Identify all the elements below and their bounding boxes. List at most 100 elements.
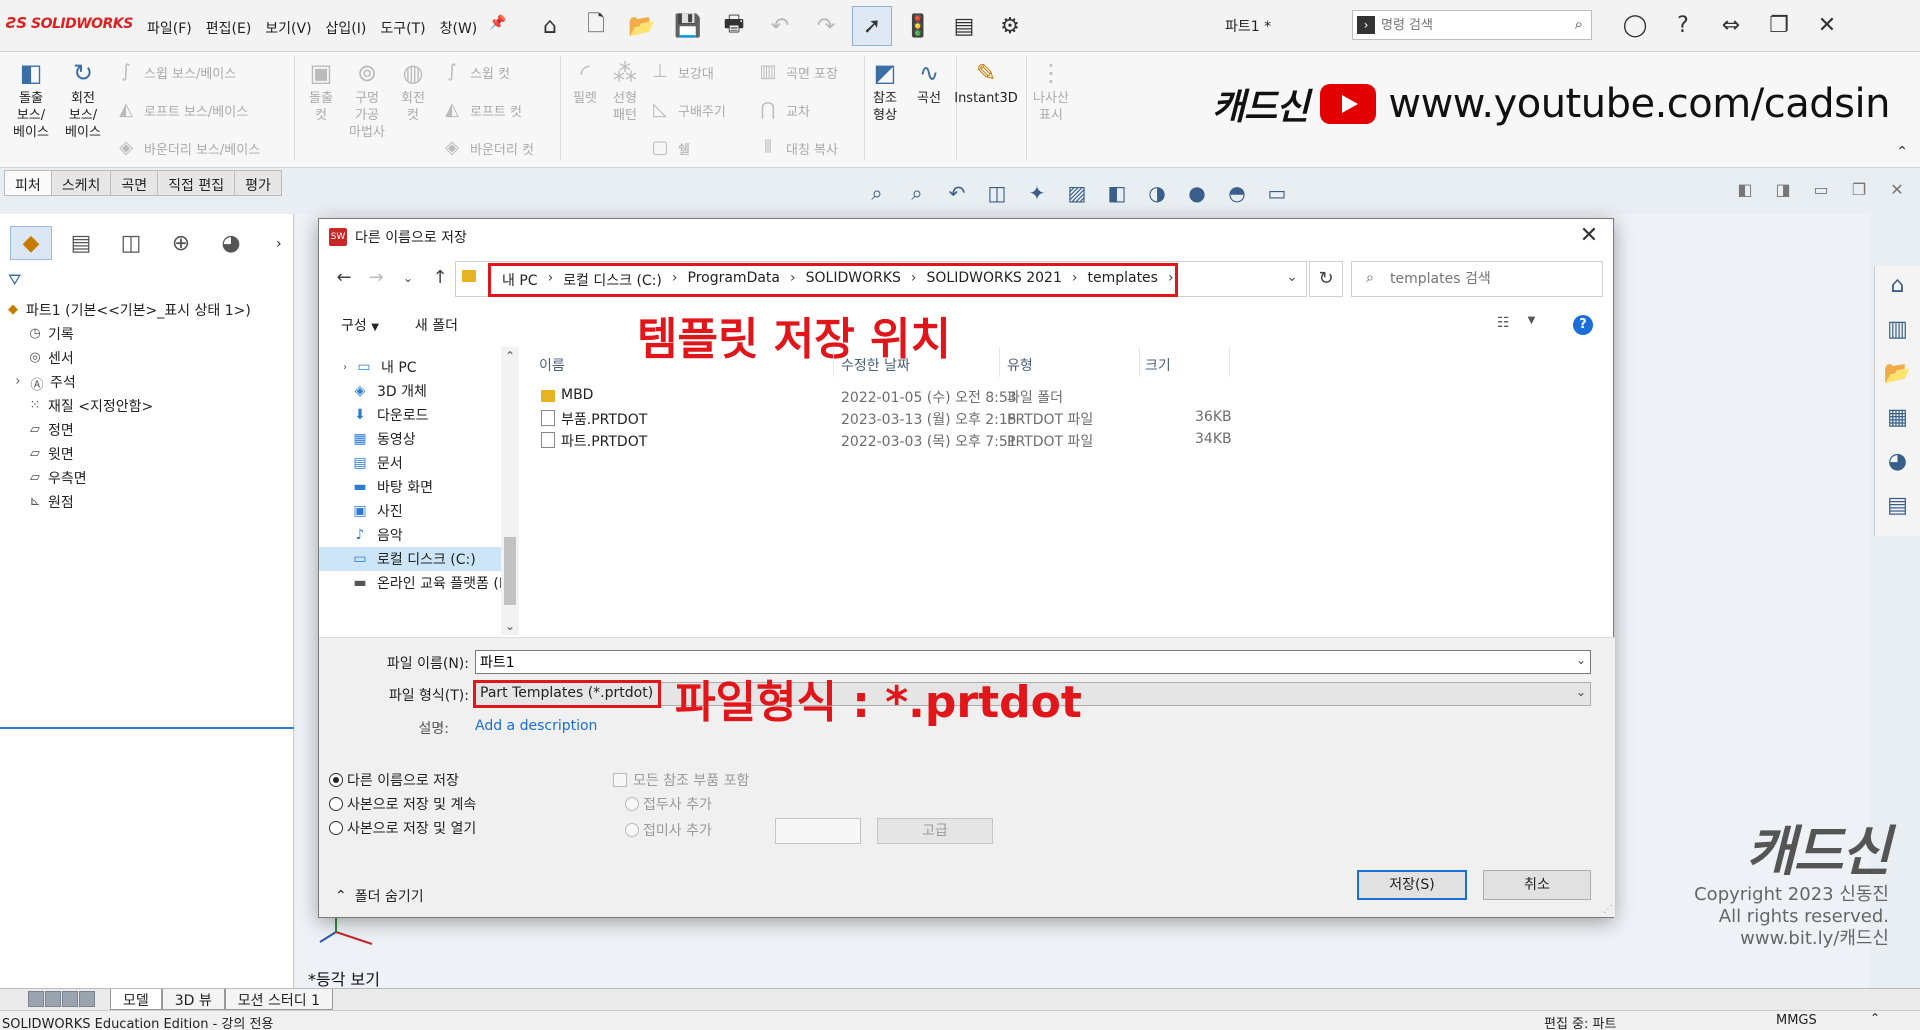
maximize-icon[interactable]: ❐ <box>1764 10 1794 40</box>
command-search-input[interactable] <box>1381 15 1541 35</box>
rebuild-traffic-light-icon[interactable]: 🚦 <box>898 6 938 46</box>
shell-button[interactable]: ▢ 쉘 <box>648 136 689 160</box>
revolve-boss-button[interactable]: ↻ 회전 보스/ 베이스 <box>58 58 108 141</box>
intersect-button[interactable]: ⋂ 교차 <box>756 98 810 122</box>
tree-item-material[interactable]: ⁙ 재질 <지정안함> <box>0 394 294 418</box>
new-document-icon[interactable]: 🗋 <box>576 6 616 46</box>
thread-display-button[interactable]: ⋮ 나사산 표시 <box>1026 58 1076 124</box>
user-account-icon[interactable]: ◯ <box>1620 10 1650 40</box>
add-description-link[interactable]: Add a description <box>475 718 597 734</box>
nav-item-pictures[interactable]: ▣ 사진 <box>351 499 402 523</box>
organize-button[interactable]: 구성 ▼ <box>341 315 379 335</box>
tree-item-right-plane[interactable]: ▱ 우측면 <box>0 466 294 490</box>
tree-item-origin[interactable]: ⊾ 원점 <box>0 490 294 514</box>
undo-icon[interactable]: ↶ <box>760 6 800 46</box>
doc-minimize-icon[interactable]: ▭ <box>1810 180 1832 202</box>
redo-icon[interactable]: ↷ <box>806 6 846 46</box>
prev-tab-icon[interactable] <box>45 991 61 1007</box>
folder-search-box[interactable]: ⌕ <box>1351 261 1603 297</box>
save-icon[interactable]: 💾 <box>668 6 708 46</box>
tab-direct-editing[interactable]: 직접 편집 <box>158 170 236 196</box>
solidworks-resources-icon[interactable]: ⌂ <box>1882 270 1914 300</box>
chevron-right-icon[interactable]: › <box>276 236 282 252</box>
nav-item-my-pc[interactable]: › ▭ 내 PC <box>343 355 417 379</box>
nav-item-documents[interactable]: ▤ 문서 <box>351 451 402 475</box>
tab-model[interactable]: 모델 <box>110 989 162 1010</box>
loft-cut-button[interactable]: ◭ 로프트 컷 <box>440 98 522 122</box>
file-properties-icon[interactable]: ▤ <box>944 6 984 46</box>
boundary-cut-button[interactable]: ◈ 바운더리 컷 <box>440 136 534 160</box>
hide-folders-toggle[interactable]: ⌃ 폴더 숨기기 <box>335 886 424 906</box>
menu-insert[interactable]: 삽입(I) <box>319 14 374 42</box>
chevron-down-icon[interactable]: ⌄ <box>1576 685 1586 699</box>
curves-button[interactable]: ∿ 곡선 <box>904 58 954 107</box>
nav-item-online-drive[interactable]: ▬ 온라인 교육 플랫폼 (D:) <box>351 571 519 595</box>
options-gear-icon[interactable]: ⚙ <box>990 6 1030 46</box>
column-type[interactable]: 유형 <box>1007 355 1033 375</box>
tab-motion-study[interactable]: 모션 스터디 1 <box>224 989 334 1010</box>
scroll-down-icon[interactable]: ⌄ <box>501 619 519 633</box>
nav-item-local-disk[interactable]: ▭ 로컬 디스크 (C:) <box>319 547 501 571</box>
tree-item-history[interactable]: ◷ 기록 <box>0 322 294 346</box>
nav-item-downloads[interactable]: ⬇ 다운로드 <box>351 403 428 427</box>
menu-tools[interactable]: 도구(T) <box>373 14 432 42</box>
section-view-icon[interactable]: ◫ <box>982 178 1012 208</box>
unit-system[interactable]: MMGS <box>1776 1013 1817 1028</box>
radio-add-suffix[interactable]: 접미사 추가 <box>625 820 712 840</box>
open-icon[interactable]: 📂 <box>622 6 662 46</box>
nav-item-videos[interactable]: ▦ 동영상 <box>351 427 415 451</box>
expand-arrow-icon[interactable]: › <box>12 374 24 390</box>
forward-arrow-icon[interactable]: → <box>365 267 387 289</box>
hide-show-items-icon[interactable]: ◑ <box>1142 178 1172 208</box>
mirror-button[interactable]: ⫴ 대칭 복사 <box>756 136 838 160</box>
menu-window[interactable]: 창(W) <box>433 14 485 42</box>
draft-button[interactable]: ◺ 구배주기 <box>648 98 726 122</box>
column-name[interactable]: 이름 <box>539 355 565 375</box>
help-icon[interactable]: ? <box>1573 315 1593 335</box>
back-arrow-icon[interactable]: ← <box>333 267 355 289</box>
doc-close-icon[interactable]: ✕ <box>1886 180 1908 202</box>
caret-up-icon[interactable]: ⌃ <box>1870 1011 1880 1025</box>
rollback-bar[interactable] <box>0 727 294 729</box>
tile-right-icon[interactable]: ◨ <box>1772 180 1794 202</box>
property-manager-tab-icon[interactable]: ▤ <box>60 226 102 260</box>
restore-size-icon[interactable]: ⇔ <box>1716 10 1746 40</box>
tree-item-sensors[interactable]: ◎ 센서 <box>0 346 294 370</box>
address-bar[interactable]: 내 PC › 로컬 디스크 (C:) › ProgramData › SOLIDWOR… <box>455 261 1307 297</box>
rib-button[interactable]: ⊥ 보강대 <box>648 60 714 84</box>
wrap-button[interactable]: ▥ 곡면 포장 <box>756 60 838 84</box>
extrude-boss-button[interactable]: ◧ 돌출 보스/ 베이스 <box>6 58 56 141</box>
chevron-down-icon[interactable]: ⌄ <box>1576 653 1586 667</box>
edit-appearance-icon[interactable]: ● <box>1182 178 1212 208</box>
refresh-icon[interactable]: ↻ <box>1309 261 1343 297</box>
custom-properties-icon[interactable]: ▤ <box>1882 490 1914 520</box>
previous-view-icon[interactable]: ↶ <box>942 178 972 208</box>
linear-pattern-button[interactable]: ⁂ 선형 패턴 <box>600 58 650 124</box>
boundary-boss-button[interactable]: ◈ 바운더리 보스/베이스 <box>114 136 260 160</box>
command-search-box[interactable]: › ⌕ <box>1352 10 1592 40</box>
loft-boss-button[interactable]: ◭ 로프트 보스/베이스 <box>114 98 248 122</box>
radio-save-as[interactable]: 다른 이름으로 저장 <box>329 770 459 790</box>
include-references-checkbox[interactable]: 모든 참조 부품 포함 <box>613 770 749 790</box>
menu-edit[interactable]: 편집(E) <box>199 14 259 42</box>
file-row[interactable]: 파트.PRTDOT 2022-03-03 (목) 오후 7:51 PRTDOT … <box>519 429 1613 451</box>
nav-item-desktop[interactable]: ▬ 바탕 화면 <box>351 475 433 499</box>
last-tab-icon[interactable] <box>79 991 95 1007</box>
dynamic-annotation-icon[interactable]: ✦ <box>1022 178 1052 208</box>
revolve-cut-button[interactable]: ◍ 회전 컷 <box>388 58 438 124</box>
tree-item-top-plane[interactable]: ▱ 윗면 <box>0 442 294 466</box>
extrude-cut-button[interactable]: ▣ 돌출 컷 <box>296 58 346 124</box>
swept-boss-button[interactable]: ∫ 스윕 보스/베이스 <box>114 60 236 84</box>
hole-wizard-button[interactable]: ⊚ 구멍 가공 마법사 <box>342 58 392 141</box>
configuration-manager-tab-icon[interactable]: ◫ <box>110 226 152 260</box>
next-tab-icon[interactable] <box>62 991 78 1007</box>
resize-grip-icon[interactable]: ⋰ <box>1603 904 1613 915</box>
recent-locations-chevron-icon[interactable]: ⌄ <box>397 267 419 289</box>
apply-scene-icon[interactable]: ◓ <box>1222 178 1252 208</box>
nav-item-music[interactable]: ♪ 음악 <box>351 523 403 547</box>
file-row[interactable]: 부품.PRTDOT 2023-03-13 (월) 오후 2:15 PRTDOT … <box>519 407 1613 429</box>
swept-cut-button[interactable]: ∫ 스윕 컷 <box>440 60 510 84</box>
tree-root-part[interactable]: ◆ 파트1 (기본<<기본>_표시 상태 1>) <box>0 298 294 322</box>
radio-save-copy-continue[interactable]: 사본으로 저장 및 계속 <box>329 794 476 814</box>
up-arrow-icon[interactable]: ↑ <box>429 267 451 289</box>
